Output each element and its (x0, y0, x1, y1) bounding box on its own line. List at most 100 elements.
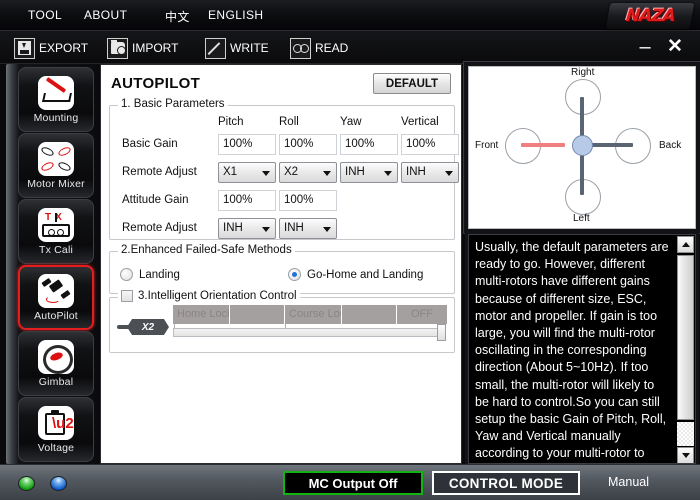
ioc-segment-blank-1 (230, 305, 285, 324)
ioc-title: 3.Intelligent Orientation Control (138, 290, 297, 302)
import-button-label: IMPORT (132, 41, 179, 55)
main-panel: AUTOPILOT DEFAULT 1. Basic Parameters Pi… (100, 64, 462, 464)
sidebar-item-label: Voltage (37, 441, 75, 454)
scrollbar-track[interactable] (677, 422, 694, 446)
remote-adjust-vertical-select[interactable]: INH (401, 162, 459, 183)
arm-front (521, 143, 565, 147)
attitude-gain-pitch-input[interactable]: 100% (218, 190, 276, 211)
ioc-segment-course-lock: Course Lock (285, 305, 342, 324)
gimbal-icon (38, 339, 74, 374)
remote-adjust-pitch-select[interactable]: X1 (218, 162, 276, 183)
ioc-segment-home-lock: Home Lock (173, 305, 230, 324)
remote-adjust-yaw-value: INH (345, 166, 365, 178)
motor-mixer-icon (38, 141, 74, 176)
remote-adjust-roll-select[interactable]: X2 (279, 162, 337, 183)
menu-item-tool[interactable]: TOOL (28, 8, 62, 22)
basic-gain-yaw-input[interactable]: 100% (340, 134, 398, 155)
sidebar-item-label: Tx Cali (38, 243, 74, 256)
write-button-label: WRITE (230, 41, 269, 55)
autopilot-icon (38, 273, 74, 308)
diagram-label-back: Back (659, 140, 682, 151)
ioc-channel-badge: X2 (117, 319, 169, 335)
remote-adjust-vertical-value: INH (406, 166, 426, 178)
write-icon (205, 37, 226, 59)
failsafe-option-landing[interactable]: Landing (120, 268, 180, 281)
multirotor-diagram: Right Left Front Back (468, 66, 696, 229)
ioc-slider-thumb[interactable] (437, 324, 446, 341)
scroll-up-button[interactable] (677, 236, 694, 253)
remote-adjust-roll-value: X2 (284, 166, 299, 178)
logo-shape: NAZA (605, 2, 695, 29)
page-title: AUTOPILOT (111, 75, 201, 92)
row-label-remote-adjust-1: Remote Adjust (122, 166, 197, 178)
column-header-vertical: Vertical (401, 116, 439, 128)
read-icon (290, 37, 311, 59)
sidebar-item-label: Mounting (33, 111, 79, 124)
ioc-channel-label: X2 (127, 319, 169, 335)
export-icon (14, 37, 35, 59)
scrollbar-thumb[interactable] (677, 255, 694, 420)
sidebar-item-autopilot[interactable]: AutoPilot (18, 265, 94, 330)
diagram-label-right: Right (571, 67, 595, 78)
help-panel: Usually, the default parameters are read… (468, 234, 696, 464)
sidebar-item-motor-mixer[interactable]: Motor Mixer (18, 133, 94, 198)
flight-controller-hub (572, 135, 593, 156)
export-button-label: EXPORT (39, 41, 89, 55)
close-button[interactable]: ✕ (664, 37, 686, 57)
column-header-yaw: Yaw (340, 116, 362, 128)
basic-gain-pitch-input[interactable]: 100% (218, 134, 276, 155)
ioc-slider-track[interactable] (173, 328, 445, 337)
read-button-label: READ (315, 41, 349, 55)
attitude-remote-adjust-pitch-select[interactable]: INH (218, 218, 276, 239)
caret-up-icon (681, 242, 690, 247)
ioc-checkbox[interactable] (121, 290, 133, 302)
sidebar-item-tx-cali[interactable]: TX Tx Cali (18, 199, 94, 264)
default-button[interactable]: DEFAULT (373, 73, 451, 94)
caret-down-icon (681, 453, 690, 458)
arm-back (587, 143, 633, 147)
chevron-down-icon (445, 171, 453, 176)
menu-item-chinese[interactable]: 中文 (165, 8, 190, 25)
remote-adjust-yaw-select[interactable]: INH (340, 162, 398, 183)
minimize-button[interactable]: – (634, 37, 656, 57)
row-label-basic-gain: Basic Gain (122, 138, 178, 150)
mc-output-status: MC Output Off (283, 471, 423, 495)
attitude-gain-roll-input[interactable]: 100% (279, 190, 337, 211)
attitude-remote-adjust-pitch-value: INH (223, 222, 243, 234)
column-header-roll: Roll (279, 116, 299, 128)
chevron-down-icon (384, 171, 392, 176)
failsafe-group: 2.Enhanced Failed-Safe Methods Landing G… (109, 244, 455, 294)
write-button[interactable]: WRITE (205, 36, 269, 60)
radio-icon-selected (288, 268, 301, 281)
menu-item-about[interactable]: ABOUT (84, 8, 127, 22)
failsafe-option-go-home-and-landing[interactable]: Go-Home and Landing (288, 268, 423, 281)
toolbar: EXPORT IMPORT WRITE READ – ✕ (0, 31, 700, 64)
radio-icon (120, 268, 133, 281)
green-led-indicator (18, 476, 35, 491)
attitude-remote-adjust-roll-value: INH (284, 222, 304, 234)
diagram-label-front: Front (475, 140, 499, 151)
naza-assistant-window: TOOL ABOUT 中文 ENGLISH NAZA EXPORT IMPORT… (0, 0, 700, 500)
basic-gain-vertical-input[interactable]: 100% (401, 134, 459, 155)
voltage-icon: \u26a1 (38, 405, 74, 440)
remote-adjust-pitch-value: X1 (223, 166, 238, 178)
row-label-attitude-gain: Attitude Gain (122, 194, 189, 206)
control-mode-label: CONTROL MODE (432, 471, 580, 495)
scroll-down-button[interactable] (677, 447, 694, 463)
ioc-segment-blank-2 (342, 305, 397, 324)
export-button[interactable]: EXPORT (14, 36, 88, 60)
help-scrollbar[interactable] (677, 236, 694, 463)
menu-item-english[interactable]: ENGLISH (208, 8, 263, 22)
mounting-icon (38, 75, 74, 110)
ioc-segment-track: Home Lock Course Lock OFF (173, 305, 447, 324)
sidebar-item-mounting[interactable]: Mounting (18, 67, 94, 132)
read-button[interactable]: READ (290, 36, 348, 60)
import-button[interactable]: IMPORT (107, 36, 178, 60)
sidebar-item-voltage[interactable]: \u26a1 Voltage (18, 397, 94, 462)
sidebar-item-label: Gimbal (38, 375, 74, 388)
sidebar-item-gimbal[interactable]: Gimbal (18, 331, 94, 396)
basic-gain-roll-input[interactable]: 100% (279, 134, 337, 155)
attitude-remote-adjust-roll-select[interactable]: INH (279, 218, 337, 239)
naza-logo: NAZA (605, 2, 695, 29)
ioc-title-row: 3.Intelligent Orientation Control (118, 290, 300, 302)
